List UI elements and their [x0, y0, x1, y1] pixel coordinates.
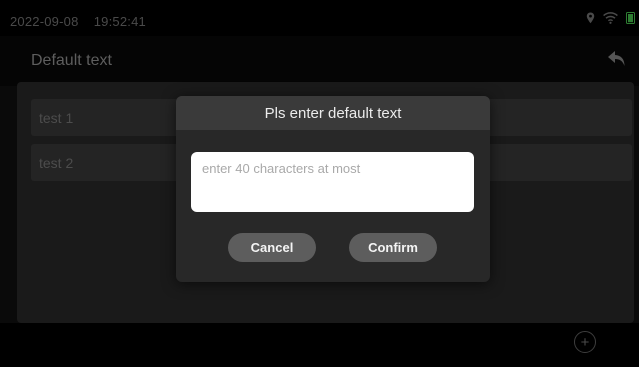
- undo-arrow-icon: [607, 50, 627, 73]
- page-title: Default text: [31, 52, 112, 69]
- battery-level: [628, 14, 633, 23]
- battery-icon: [626, 11, 635, 29]
- confirm-button[interactable]: Confirm: [349, 233, 437, 262]
- cancel-button[interactable]: Cancel: [228, 233, 316, 262]
- dialog-title: Pls enter default text: [264, 105, 402, 122]
- back-button[interactable]: [605, 50, 629, 72]
- plus-circle-icon: +: [580, 333, 590, 351]
- status-time: 19:52:41: [93, 14, 146, 29]
- footer: [0, 323, 639, 367]
- status-date: 2022-09-08: [10, 14, 79, 29]
- list-item-label: test 2: [39, 155, 74, 171]
- default-text-input[interactable]: [191, 152, 474, 212]
- wifi-icon: [603, 11, 618, 29]
- location-icon: [586, 11, 595, 29]
- add-button[interactable]: +: [574, 331, 596, 353]
- list-item-label: test 1: [39, 110, 74, 126]
- default-text-dialog: Pls enter default text Cancel Confirm: [176, 96, 490, 282]
- status-datetime: 2022-09-08 19:52:41: [10, 14, 146, 29]
- status-icons: [586, 12, 635, 28]
